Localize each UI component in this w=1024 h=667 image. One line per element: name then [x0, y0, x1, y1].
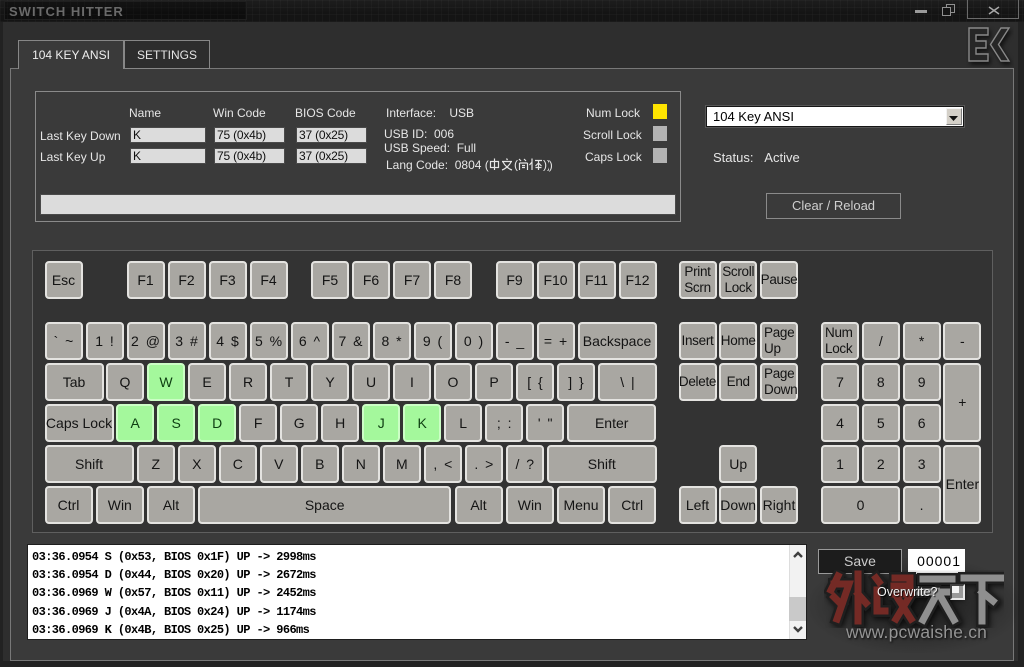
- svg-text:(: (: [514, 158, 518, 171]
- svg-text:)): )): [543, 158, 549, 171]
